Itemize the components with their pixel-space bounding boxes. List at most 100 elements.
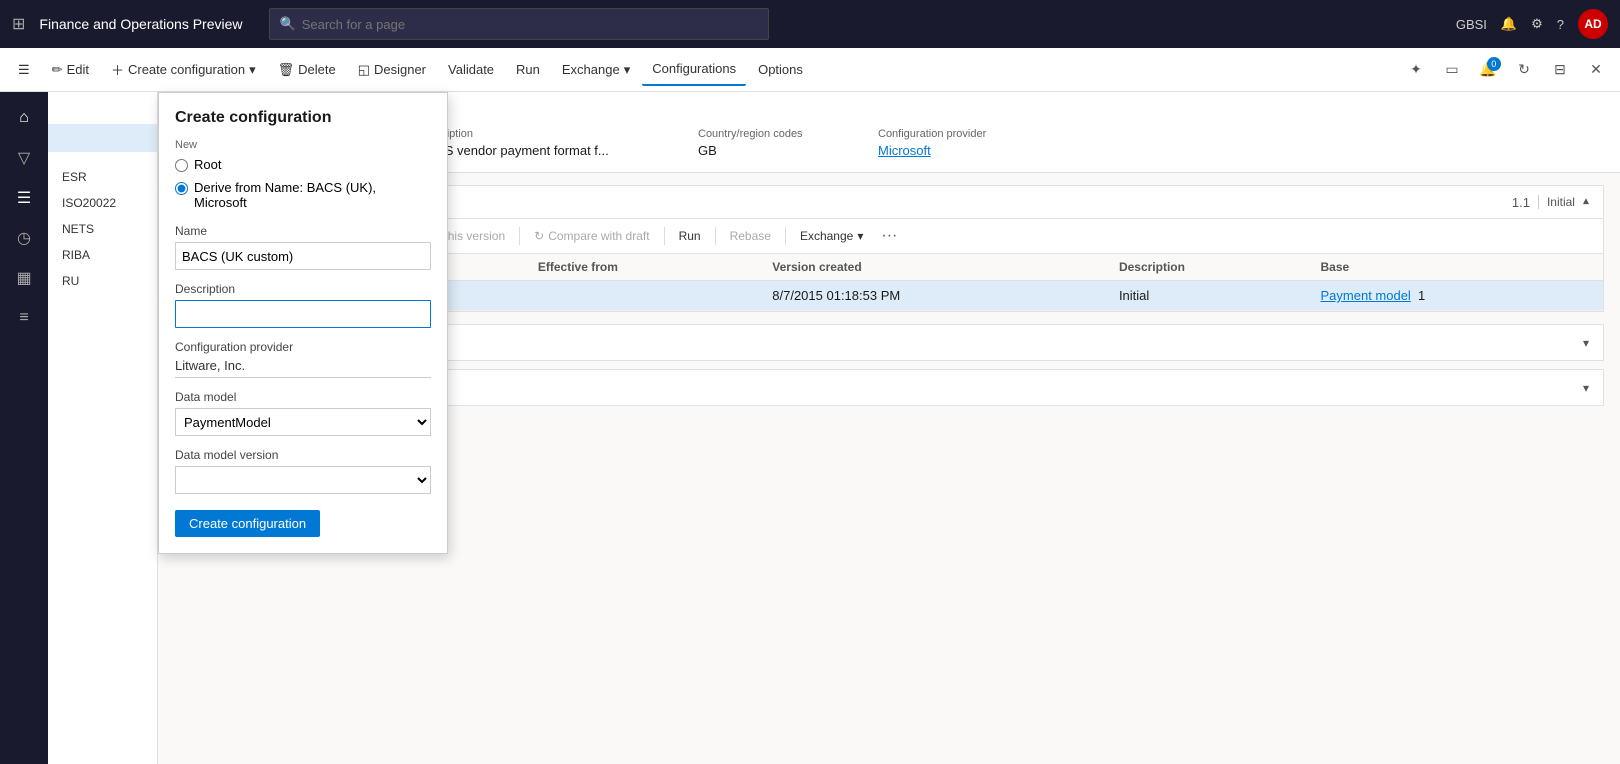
description-input[interactable] [175,300,431,328]
th-description: Description [1109,254,1311,281]
dropdown-title: Create configuration [175,109,431,127]
grid-icon[interactable]: ⊞ [12,14,25,34]
th-version-created: Version created [762,254,1109,281]
cell-version-created: 8/7/2015 01:18:53 PM [762,281,1109,311]
meta-country: Country/region codes GB [698,128,878,158]
base-link[interactable]: Payment model [1321,288,1411,303]
sidebar-item-1[interactable] [48,100,157,112]
radio-derive[interactable]: Derive from Name: BACS (UK), Microsoft [175,180,431,210]
radio-derive-input[interactable] [175,182,188,195]
hamburger-icon: ☰ [18,62,30,78]
versions-collapse-icon[interactable]: ▾ [1583,195,1589,209]
user-avatar[interactable]: AD [1578,9,1608,39]
create-config-submit-button[interactable]: Create configuration [175,510,320,537]
nav-clock[interactable]: ◷ [6,220,42,256]
provider-value: Litware, Inc. [175,358,431,378]
edit-icon: ✏ [52,62,63,78]
name-input[interactable] [175,242,431,270]
sidebar-item-iso20022[interactable]: ISO20022 [48,190,157,216]
data-model-version-group: Data model version [175,448,431,494]
refresh-btn[interactable]: ↻ [1508,54,1540,86]
diamond-icon-btn[interactable]: ✦ [1400,54,1432,86]
options-button[interactable]: Options [748,54,813,86]
exchange-chevron-icon: ▾ [624,62,631,78]
nav-menu[interactable]: ≡ [6,300,42,336]
nav-list[interactable]: ☰ [6,180,42,216]
cell-description: Initial [1109,281,1311,311]
meta-description: Description BACS vendor payment format f… [418,128,698,158]
versions-status: Initial [1547,195,1575,209]
data-model-version-select[interactable] [175,466,431,494]
sidebar-item-2[interactable] [48,112,157,124]
name-field-label: Name [175,224,431,238]
meta-country-label: Country/region codes [698,128,858,140]
provider-group: Configuration provider Litware, Inc. [175,340,431,378]
data-model-version-label: Data model version [175,448,431,462]
minimize-btn[interactable]: ⊟ [1544,54,1576,86]
exchange-button[interactable]: Exchange ▾ [552,54,640,86]
close-btn[interactable]: ✕ [1580,54,1612,86]
versions-exchange-chevron: ▾ [857,229,863,243]
sidebar-item-nets[interactable]: NETS [48,216,157,242]
bell-icon[interactable]: 🔔 [1501,16,1517,32]
search-input[interactable] [302,17,758,32]
topbar: ⊞ Finance and Operations Preview 🔍 GBSI … [0,0,1620,48]
help-icon[interactable]: ? [1557,17,1564,32]
run-button[interactable]: Run [506,54,550,86]
rebase-button[interactable]: Rebase [722,225,779,247]
designer-button[interactable]: ◱ Designer [348,54,436,86]
radio-group: Root Derive from Name: BACS (UK), Micros… [175,157,431,210]
radio-root-label: Root [194,157,221,172]
sidebar-item-riba[interactable]: RIBA [48,242,157,268]
th-base: Base [1311,254,1604,281]
versions-more-button[interactable]: ··· [875,227,903,245]
name-group: Name [175,224,431,270]
cell-base: Payment model 1 [1311,281,1604,311]
edit-button[interactable]: ✏ Edit [42,54,99,86]
data-model-group: Data model PaymentModel [175,390,431,436]
th-effective-from: Effective from [528,254,762,281]
nav-dashboard[interactable]: ▦ [6,260,42,296]
iso-chevron-icon: ▾ [1583,336,1589,350]
sidebar-item-active[interactable] [48,124,157,152]
radio-root[interactable]: Root [175,157,431,172]
far-left-nav: ⌂ ▽ ☰ ◷ ▦ ≡ [0,92,48,764]
nav-filter[interactable]: ▽ [6,140,42,176]
sidebar-item-3[interactable] [48,152,157,164]
meta-provider-value[interactable]: Microsoft [878,143,1580,158]
hamburger-button[interactable]: ☰ [8,54,40,86]
plus-icon: ＋ [111,60,124,79]
delete-button[interactable]: 🗑 Delete [268,54,346,86]
radio-root-input[interactable] [175,159,188,172]
nav-home[interactable]: ⌂ [6,100,42,136]
sidebar-item-esr[interactable]: ESR [48,164,157,190]
description-group: Description [175,282,431,328]
settings-icon[interactable]: ⚙ [1531,16,1543,32]
validate-button[interactable]: Validate [438,54,504,86]
meta-provider: Configuration provider Microsoft [878,128,1600,158]
sidebar-item-ru[interactable]: RU [48,268,157,294]
trash-icon: 🗑 [278,62,295,78]
meta-desc-label: Description [418,128,678,140]
topbar-right: GBSI 🔔 ⚙ ? AD [1456,9,1608,39]
notification-badge: 🔔0 [1479,61,1496,78]
versions-badge: 1.1 Initial ▾ [1512,195,1589,210]
new-label: New [175,139,431,151]
commandbar: ☰ ✏ Edit ＋ Create configuration ▾ 🗑 Dele… [0,48,1620,92]
compare-icon: ↻ [534,229,544,243]
data-model-label: Data model [175,390,431,404]
versions-exchange-button[interactable]: Exchange ▾ [792,225,871,247]
versions-run-button[interactable]: Run [671,225,709,247]
search-bar[interactable]: 🔍 [269,8,769,40]
provider-field-label: Configuration provider [175,340,431,354]
commandbar-right: ✦ ▭ 🔔0 ↻ ⊟ ✕ [1400,54,1612,86]
configurations-button[interactable]: Configurations [642,54,746,86]
description-field-label: Description [175,282,431,296]
create-config-button[interactable]: ＋ Create configuration ▾ [101,54,266,86]
data-model-select[interactable]: PaymentModel [175,408,431,436]
sidebar-toggle-btn[interactable]: ▭ [1436,54,1468,86]
compare-draft-button[interactable]: ↻ Compare with draft [526,225,657,247]
org-label: GBSI [1456,17,1487,32]
dropdown-chevron-icon: ▾ [249,62,256,78]
notifications-btn[interactable]: 🔔0 [1472,54,1504,86]
